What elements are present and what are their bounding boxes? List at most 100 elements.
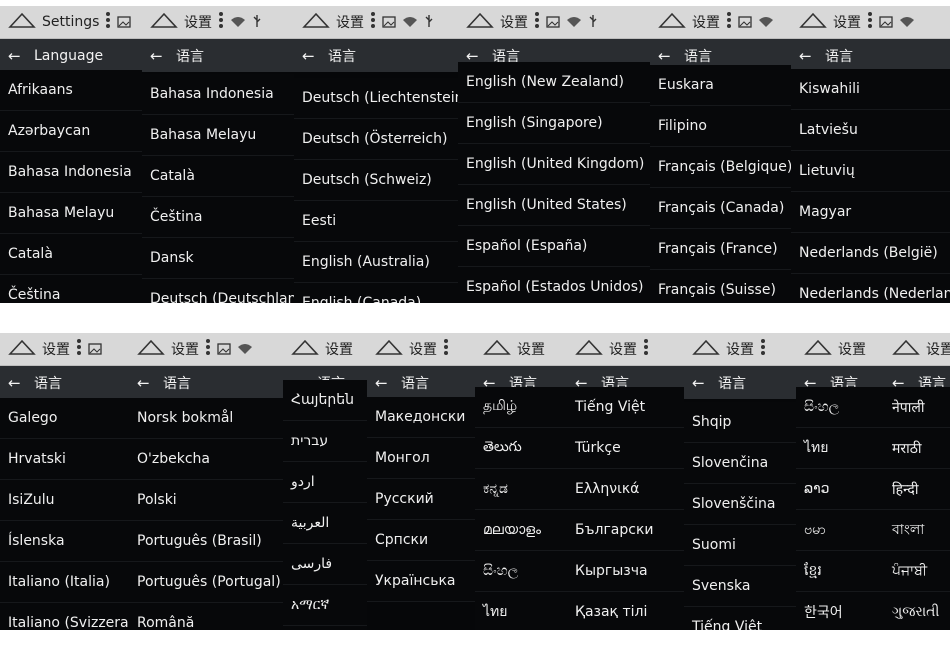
more-vert-icon[interactable] bbox=[105, 11, 111, 33]
language-list-item[interactable]: ქართული bbox=[283, 626, 367, 630]
language-list[interactable]: Norsk bokmål O'zbekcha Polski Português (Br… bbox=[129, 398, 283, 630]
language-list-item[interactable]: ລາວ bbox=[796, 469, 884, 510]
language-list[interactable]: Shqip Slovenčina Slovenščina Suomi Svenska Ti… bbox=[684, 402, 796, 630]
language-list-item[interactable]: Magyar bbox=[791, 192, 950, 233]
home-icon[interactable] bbox=[799, 11, 827, 33]
language-list-item[interactable]: Filipino bbox=[650, 106, 791, 147]
language-list-item[interactable]: Кыргызча bbox=[567, 551, 684, 592]
language-list-item[interactable]: Ελληνικά bbox=[567, 469, 684, 510]
language-list-item[interactable]: עברית bbox=[283, 421, 367, 462]
language-list-item[interactable]: ಕನ್ನಡ bbox=[475, 469, 567, 510]
language-list-item[interactable]: తెలుగు bbox=[475, 428, 567, 469]
language-list-item[interactable]: English (Singapore) bbox=[458, 103, 650, 144]
language-list-item[interactable]: ไทย bbox=[475, 592, 567, 630]
language-list-item[interactable]: Deutsch (Schweiz) bbox=[294, 160, 458, 201]
language-list-item[interactable]: Dansk bbox=[142, 238, 294, 279]
language-list-item[interactable]: Монгол bbox=[367, 438, 475, 479]
language-list-item[interactable]: Suomi bbox=[684, 525, 796, 566]
language-list[interactable]: नेपाली मराठी हिन्दी বাংলা ਪੰਜਾਬੀ ગુજરાતી bbox=[884, 387, 950, 630]
language-list-item[interactable]: Македонски bbox=[367, 397, 475, 438]
language-list-item[interactable]: Español (España) bbox=[458, 226, 650, 267]
home-icon[interactable] bbox=[375, 338, 403, 360]
language-list[interactable]: தமிழ் తెలుగు ಕನ್ನಡ മലയാളം සිංහල ไทย bbox=[475, 387, 567, 630]
language-list[interactable]: Deutsch (Liechtenstein) Deutsch (Österrei… bbox=[294, 78, 458, 303]
language-list[interactable]: Afrikaans Azərbaycan Bahasa Indonesia Bahas… bbox=[0, 70, 142, 303]
more-vert-icon[interactable] bbox=[218, 11, 224, 33]
back-arrow-icon[interactable]: ← bbox=[8, 47, 22, 65]
language-list-item[interactable]: اردو bbox=[283, 462, 367, 503]
language-list-item[interactable]: සිංහල bbox=[475, 551, 567, 592]
home-icon[interactable] bbox=[575, 338, 603, 360]
language-list-item[interactable]: Српски bbox=[367, 520, 475, 561]
home-icon[interactable] bbox=[137, 338, 165, 360]
language-list-item[interactable]: Eesti bbox=[294, 201, 458, 242]
language-list-item[interactable]: አማርኛ bbox=[283, 585, 367, 626]
home-icon[interactable] bbox=[804, 338, 832, 360]
language-list-item[interactable]: Íslenska bbox=[0, 521, 129, 562]
language-list-item[interactable]: മലയാളം bbox=[475, 510, 567, 551]
home-icon[interactable] bbox=[291, 338, 319, 360]
more-vert-icon[interactable] bbox=[867, 11, 873, 33]
language-list-item[interactable]: ગુજરાતી bbox=[884, 592, 950, 630]
language-list-item[interactable]: বাংলা bbox=[884, 510, 950, 551]
language-list-item[interactable]: Polski bbox=[129, 480, 283, 521]
language-list[interactable]: Հայերենעבריתاردوالعربيةفارسیአማርኛქართული bbox=[283, 380, 367, 630]
back-arrow-icon[interactable]: ← bbox=[302, 47, 316, 65]
language-list-item[interactable]: Português (Portugal) bbox=[129, 562, 283, 603]
language-list-item[interactable]: English (New Zealand) bbox=[458, 62, 650, 103]
language-list-item[interactable]: Tiếng Việt bbox=[567, 387, 684, 428]
language-list-item[interactable]: English (Australia) bbox=[294, 242, 458, 283]
language-list-item[interactable]: العربية bbox=[283, 503, 367, 544]
language-list-item[interactable]: ਪੰਜਾਬੀ bbox=[884, 551, 950, 592]
language-list-item[interactable]: Nederlands (Nederland) bbox=[791, 274, 950, 303]
more-vert-icon[interactable] bbox=[726, 11, 732, 33]
language-list-item[interactable]: Lietuvių bbox=[791, 151, 950, 192]
language-list-item[interactable]: Slovenščina bbox=[684, 484, 796, 525]
language-list-item[interactable]: Afrikaans bbox=[0, 70, 142, 111]
language-list-item[interactable]: IsiZulu bbox=[0, 480, 129, 521]
language-list-item[interactable]: සිංහල bbox=[796, 387, 884, 428]
home-icon[interactable] bbox=[8, 338, 36, 360]
more-vert-icon[interactable] bbox=[76, 338, 82, 360]
language-list-item[interactable]: Català bbox=[142, 156, 294, 197]
language-list-item[interactable]: Қазақ тілі bbox=[567, 592, 684, 630]
language-list-item[interactable]: O'zbekcha bbox=[129, 439, 283, 480]
language-list-item[interactable]: ไทย bbox=[796, 428, 884, 469]
language-list-item[interactable]: Euskara bbox=[650, 65, 791, 106]
home-icon[interactable] bbox=[150, 11, 178, 33]
language-list-item[interactable]: Français (France) bbox=[650, 229, 791, 270]
back-arrow-icon[interactable]: ← bbox=[137, 374, 151, 392]
language-list-item[interactable]: मराठी bbox=[884, 428, 950, 469]
language-list-item[interactable]: Հայերեն bbox=[283, 380, 367, 421]
language-list-item[interactable]: Français (Canada) bbox=[650, 188, 791, 229]
more-vert-icon[interactable] bbox=[643, 338, 649, 360]
language-list-item[interactable]: فارسی bbox=[283, 544, 367, 585]
back-arrow-icon[interactable]: ← bbox=[658, 47, 672, 65]
language-list-item[interactable]: Čeština bbox=[142, 197, 294, 238]
language-list-item[interactable]: Українська bbox=[367, 561, 475, 602]
language-list-item[interactable]: Català bbox=[0, 234, 142, 275]
language-list[interactable]: සිංහල ไทย ລາວ ဗမာ ខ្មែរ 한국어 bbox=[796, 387, 884, 630]
language-list-item[interactable]: English (Canada) bbox=[294, 283, 458, 303]
language-list[interactable]: English (New Zealand) English (Singapore)… bbox=[458, 62, 650, 303]
language-list-item[interactable]: ខ្មែរ bbox=[796, 551, 884, 592]
language-list-item[interactable]: Türkçe bbox=[567, 428, 684, 469]
language-list-item[interactable]: Nederlands (België) bbox=[791, 233, 950, 274]
language-list-item[interactable]: Deutsch (Deutschland) bbox=[142, 279, 294, 303]
language-list-item[interactable]: Bahasa Melayu bbox=[142, 115, 294, 156]
language-list-item[interactable]: नेपाली bbox=[884, 387, 950, 428]
language-list-item[interactable]: Português (Brasil) bbox=[129, 521, 283, 562]
language-list-item[interactable]: Slovenčina bbox=[684, 443, 796, 484]
language-list-item[interactable]: Italiano (Svizzera) bbox=[0, 603, 129, 630]
back-arrow-icon[interactable]: ← bbox=[375, 374, 389, 392]
home-icon[interactable] bbox=[302, 11, 330, 33]
language-list-item[interactable]: English (United States) bbox=[458, 185, 650, 226]
language-list[interactable]: Македонски Монгол Русский Српски Українська bbox=[367, 397, 475, 602]
back-arrow-icon[interactable]: ← bbox=[692, 374, 706, 392]
language-list-item[interactable]: Hrvatski bbox=[0, 439, 129, 480]
more-vert-icon[interactable] bbox=[205, 338, 211, 360]
language-list[interactable]: Galego Hrvatski IsiZulu Íslenska Italiano (I… bbox=[0, 398, 129, 630]
language-list[interactable]: Bahasa Indonesia Bahasa Melayu Català Češti… bbox=[142, 74, 294, 303]
language-list-item[interactable]: Deutsch (Liechtenstein) bbox=[294, 78, 458, 119]
language-list-item[interactable]: Latviešu bbox=[791, 110, 950, 151]
